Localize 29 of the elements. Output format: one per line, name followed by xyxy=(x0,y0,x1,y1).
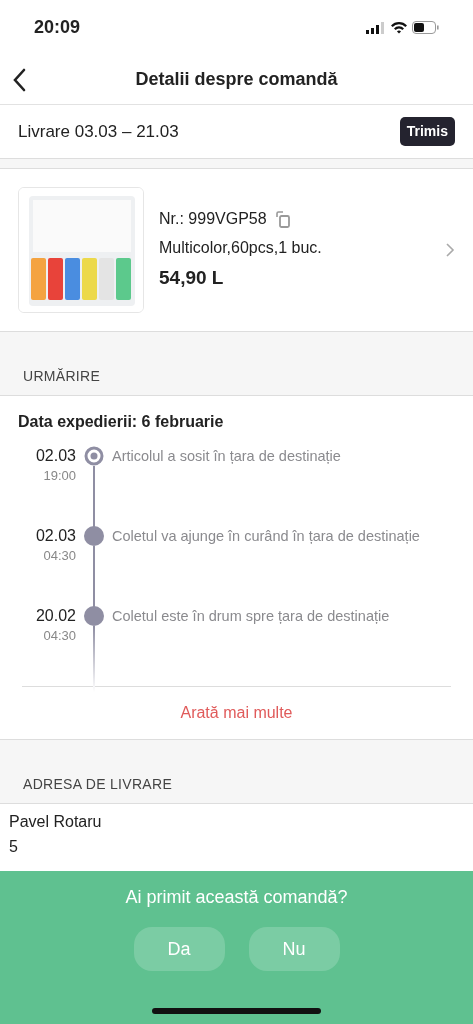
battery-icon xyxy=(412,21,439,34)
page-title: Detalii despre comandă xyxy=(135,68,338,91)
section-heading: URMĂRIRE xyxy=(23,367,101,386)
status-tag: Trimis xyxy=(399,117,455,146)
recipient-name: Pavel Rotaru xyxy=(9,812,103,832)
event-time: 04:30 xyxy=(42,547,76,566)
answer-button[interactable]: Nu xyxy=(248,927,340,971)
wifi-icon xyxy=(390,21,408,34)
event-description: Coletul este în drum spre țara de destinație xyxy=(112,607,390,626)
event-description: Articolul a sosit în țara de destinație xyxy=(112,447,341,466)
confirmation-question: Ai primit această comandă? xyxy=(125,886,348,909)
status-time: 20:09 xyxy=(34,16,81,39)
shipping-date: Data expedierii: 6 februarie xyxy=(17,412,225,432)
event-date: 20.02 xyxy=(34,606,76,626)
delivery-dates: Livrare 03.03 – 21.03 xyxy=(18,120,179,143)
answer-button[interactable]: Da xyxy=(133,927,225,971)
order-number: Nr.: 999VGP58 xyxy=(159,208,267,229)
signal-icon xyxy=(366,21,386,34)
product-variant: Multicolor,60pcs,1 buc. xyxy=(159,237,323,258)
copy-icon[interactable] xyxy=(274,210,291,228)
event-date: 02.03 xyxy=(34,526,76,546)
product-price: 54,90 L xyxy=(159,266,225,291)
event-time: 19:00 xyxy=(42,467,76,486)
event-description: Coletul va ajunge în curând în țara de destinație xyxy=(112,527,420,546)
chevron-icon[interactable] xyxy=(445,242,455,258)
address-line: 5 xyxy=(9,836,19,857)
event-time: 04:30 xyxy=(42,627,76,646)
event-date: 02.03 xyxy=(34,446,76,466)
section-heading: ADRESA DE LIVRARE xyxy=(23,775,173,794)
